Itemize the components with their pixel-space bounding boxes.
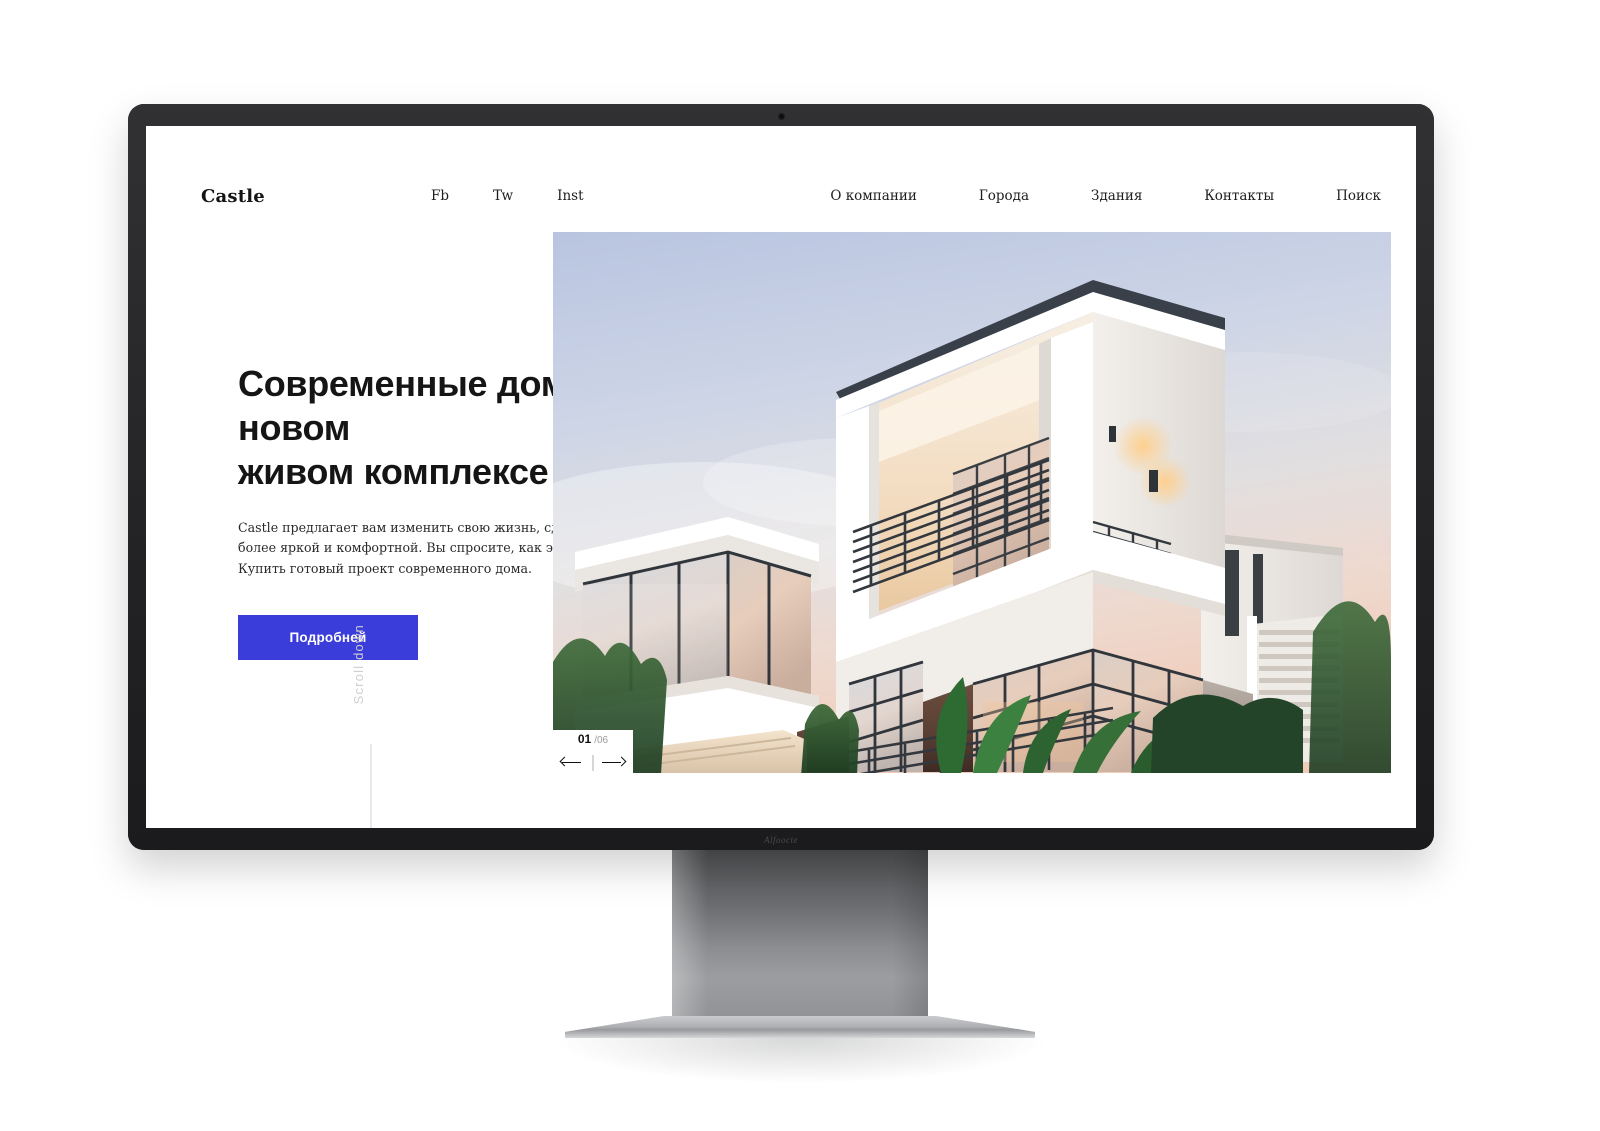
arrow-right-head <box>616 756 627 767</box>
nav-item-search[interactable]: Поиск <box>1336 188 1381 204</box>
site-logo[interactable]: Castle <box>201 186 265 207</box>
social-link-instagram[interactable]: Inst <box>557 188 583 204</box>
monitor-bezel: Alfoocte Castle Fb Tw Inst О компании Го… <box>128 104 1434 850</box>
monitor-stand-neck-highlight <box>672 850 928 1028</box>
modern-house-illustration <box>553 232 1391 773</box>
social-link-twitter[interactable]: Tw <box>493 188 513 204</box>
slide-total: /06 <box>594 734 609 746</box>
site-header: Castle Fb Tw Inst О компании Города Здан… <box>146 126 1416 236</box>
arrow-left-icon[interactable] <box>558 756 588 770</box>
monitor-brand-mark: Alfoocte <box>764 835 798 845</box>
nav-item-cities[interactable]: Города <box>979 188 1029 204</box>
hero-image <box>553 232 1391 773</box>
learn-more-button[interactable]: Подробней <box>238 614 418 660</box>
nav-item-buildings[interactable]: Здания <box>1091 188 1142 204</box>
scroll-down-indicator[interactable]: Scroll down <box>351 624 391 828</box>
slide-counter: 01 /06 <box>578 733 608 746</box>
scroll-down-label: Scroll down <box>351 624 366 705</box>
monitor-stand-base <box>565 1016 1035 1038</box>
slider-arrow-divider <box>592 754 594 771</box>
website-page: Castle Fb Tw Inst О компании Города Здан… <box>146 126 1416 828</box>
main-nav: О компании Города Здания Контакты Поиск <box>830 188 1381 204</box>
screenshot-stage: Alfoocte Castle Fb Tw Inst О компании Го… <box>0 0 1600 1131</box>
monitor-stand-shadow <box>550 1038 1050 1084</box>
arrow-left-head <box>559 756 570 767</box>
nav-item-contacts[interactable]: Контакты <box>1204 188 1274 204</box>
camera-dot-icon <box>777 113 785 120</box>
social-link-facebook[interactable]: Fb <box>431 188 449 204</box>
nav-item-about[interactable]: О компании <box>830 188 916 204</box>
slider-arrows <box>558 754 628 771</box>
monitor-screen: Castle Fb Tw Inst О компании Города Здан… <box>146 126 1416 828</box>
arrow-right-icon[interactable] <box>598 756 628 770</box>
social-nav: Fb Tw Inst <box>431 188 584 204</box>
slide-current: 01 <box>577 731 592 746</box>
image-slider-control: 01 /06 <box>553 730 633 773</box>
scroll-down-line <box>370 744 372 828</box>
